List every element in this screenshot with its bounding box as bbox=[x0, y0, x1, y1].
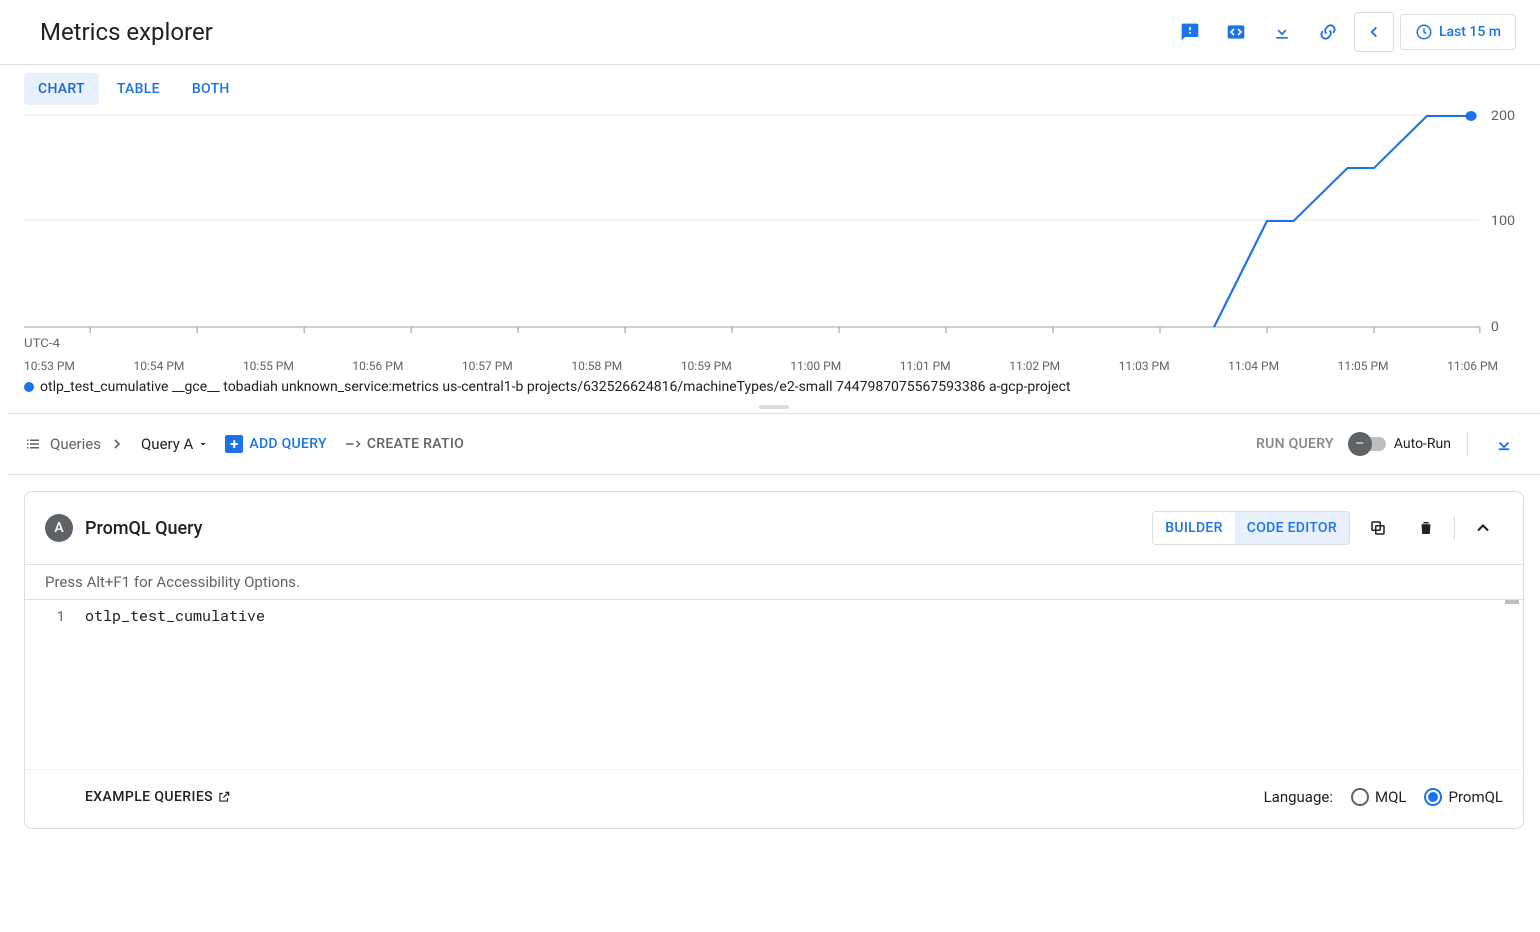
code-icon[interactable] bbox=[1216, 12, 1256, 52]
tab-both[interactable]: BOTH bbox=[178, 73, 244, 105]
code-editor-area[interactable]: 1 otlp_test_cumulative bbox=[25, 599, 1523, 769]
chevron-up-icon bbox=[1473, 518, 1493, 538]
top-bar: Metrics explorer Last 15 m bbox=[0, 0, 1540, 65]
list-icon bbox=[24, 435, 42, 453]
radio-icon bbox=[1351, 788, 1369, 806]
radio-mql[interactable]: MQL bbox=[1351, 788, 1407, 806]
page-title: Metrics explorer bbox=[40, 18, 213, 46]
query-card-title: PromQL Query bbox=[85, 518, 203, 539]
tab-chart[interactable]: CHART bbox=[24, 73, 99, 105]
run-query-button[interactable]: RUN QUERY bbox=[1256, 436, 1334, 452]
query-badge: A bbox=[45, 514, 73, 542]
link-icon[interactable] bbox=[1308, 12, 1348, 52]
svg-text:100: 100 bbox=[1491, 214, 1515, 229]
query-selector[interactable]: Query A bbox=[141, 435, 209, 453]
add-query-button[interactable]: + ADD QUERY bbox=[225, 435, 327, 453]
caret-down-icon bbox=[197, 438, 209, 450]
resize-handle[interactable] bbox=[8, 401, 1540, 413]
chart-legend[interactable]: otlp_test_cumulative __gce__ tobadiah un… bbox=[8, 373, 1540, 401]
legend-text: otlp_test_cumulative __gce__ tobadiah un… bbox=[40, 379, 1071, 395]
clock-icon bbox=[1415, 23, 1433, 41]
plus-icon: + bbox=[225, 435, 243, 453]
editor-mode-segment: BUILDER CODE EDITOR bbox=[1152, 511, 1350, 545]
line-number: 1 bbox=[25, 600, 75, 769]
divider bbox=[1454, 516, 1455, 540]
language-selector: Language: MQL PromQL bbox=[1264, 788, 1503, 806]
ratio-icon bbox=[343, 435, 361, 453]
time-range-button[interactable]: Last 15 m bbox=[1400, 14, 1516, 50]
svg-text:200: 200 bbox=[1491, 109, 1515, 124]
collapse-panel-button[interactable] bbox=[1484, 424, 1524, 464]
delete-button[interactable] bbox=[1406, 508, 1446, 548]
auto-run-toggle[interactable]: – Auto-Run bbox=[1350, 436, 1451, 452]
query-card-header: A PromQL Query BUILDER CODE EDITOR bbox=[25, 492, 1523, 565]
time-range-label: Last 15 m bbox=[1439, 24, 1501, 40]
radio-checked-icon bbox=[1424, 788, 1442, 806]
tz-label: UTC-4 bbox=[24, 337, 60, 351]
view-tabs: CHART TABLE BOTH bbox=[8, 65, 1540, 105]
query-card: A PromQL Query BUILDER CODE EDITOR Press… bbox=[24, 491, 1524, 829]
accessibility-note: Press Alt+F1 for Accessibility Options. bbox=[25, 565, 1523, 599]
top-actions: Last 15 m bbox=[1170, 12, 1516, 52]
chevron-right-icon bbox=[109, 436, 125, 452]
scroll-marker bbox=[1505, 600, 1519, 604]
language-label: Language: bbox=[1264, 788, 1333, 806]
query-toolbar: Queries Query A + ADD QUERY CREATE RATIO… bbox=[8, 413, 1540, 475]
collapse-card-button[interactable] bbox=[1463, 508, 1503, 548]
auto-run-label: Auto-Run bbox=[1394, 436, 1451, 452]
chart-area[interactable]: 200 100 0 UTC-4 bbox=[24, 105, 1524, 355]
pause-icon: – bbox=[1348, 432, 1372, 456]
x-axis-ticks: 10:53 PM10:54 PM10:55 PM10:56 PM10:57 PM… bbox=[8, 355, 1540, 373]
radio-promql[interactable]: PromQL bbox=[1424, 788, 1503, 806]
create-ratio-button[interactable]: CREATE RATIO bbox=[343, 435, 464, 453]
copy-icon bbox=[1369, 519, 1387, 537]
code-editor-button[interactable]: CODE EDITOR bbox=[1235, 512, 1349, 544]
queries-breadcrumb[interactable]: Queries bbox=[24, 435, 125, 453]
legend-dot-icon bbox=[24, 382, 34, 392]
copy-button[interactable] bbox=[1358, 508, 1398, 548]
external-link-icon bbox=[217, 790, 231, 804]
divider bbox=[1467, 432, 1468, 456]
example-queries-link[interactable]: EXAMPLE QUERIES bbox=[85, 789, 231, 805]
builder-button[interactable]: BUILDER bbox=[1153, 512, 1235, 544]
feedback-icon[interactable] bbox=[1170, 12, 1210, 52]
download-icon[interactable] bbox=[1262, 12, 1302, 52]
tab-table[interactable]: TABLE bbox=[103, 73, 174, 105]
svg-text:0: 0 bbox=[1491, 320, 1499, 335]
query-card-footer: EXAMPLE QUERIES Language: MQL PromQL bbox=[25, 769, 1523, 828]
trash-icon bbox=[1417, 519, 1435, 537]
time-prev-button[interactable] bbox=[1354, 12, 1394, 52]
code-content[interactable]: otlp_test_cumulative bbox=[75, 600, 1523, 769]
